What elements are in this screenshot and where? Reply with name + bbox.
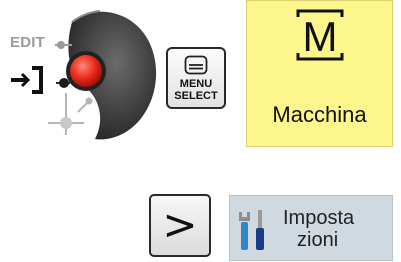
machine-M-icon: M: [296, 9, 344, 61]
settings-label-line1: Imposta: [283, 207, 355, 229]
svg-text:M: M: [303, 13, 338, 60]
menu-select-button[interactable]: MENU SELECT: [166, 47, 226, 109]
menu-select-line1: MENU: [179, 78, 213, 90]
next-button[interactable]: >: [149, 194, 211, 257]
target-icon: [60, 117, 72, 129]
tools-icon: [239, 210, 264, 250]
machine-softkey-label: Macchina: [272, 102, 367, 127]
menu-select-line2: SELECT: [174, 90, 218, 102]
mode-selector-dial[interactable]: [0, 0, 160, 150]
settings-label-line2: zioni: [297, 229, 339, 251]
settings-softkey-label: Imposta zioni: [283, 207, 354, 251]
machine-softkey[interactable]: M Macchina: [246, 0, 393, 147]
menu-icon: [184, 55, 208, 75]
enter-mode-icon: [11, 66, 43, 94]
next-symbol: >: [162, 200, 198, 249]
dial-indicator-lamp: [66, 51, 106, 91]
settings-softkey[interactable]: Imposta zioni: [229, 195, 393, 261]
